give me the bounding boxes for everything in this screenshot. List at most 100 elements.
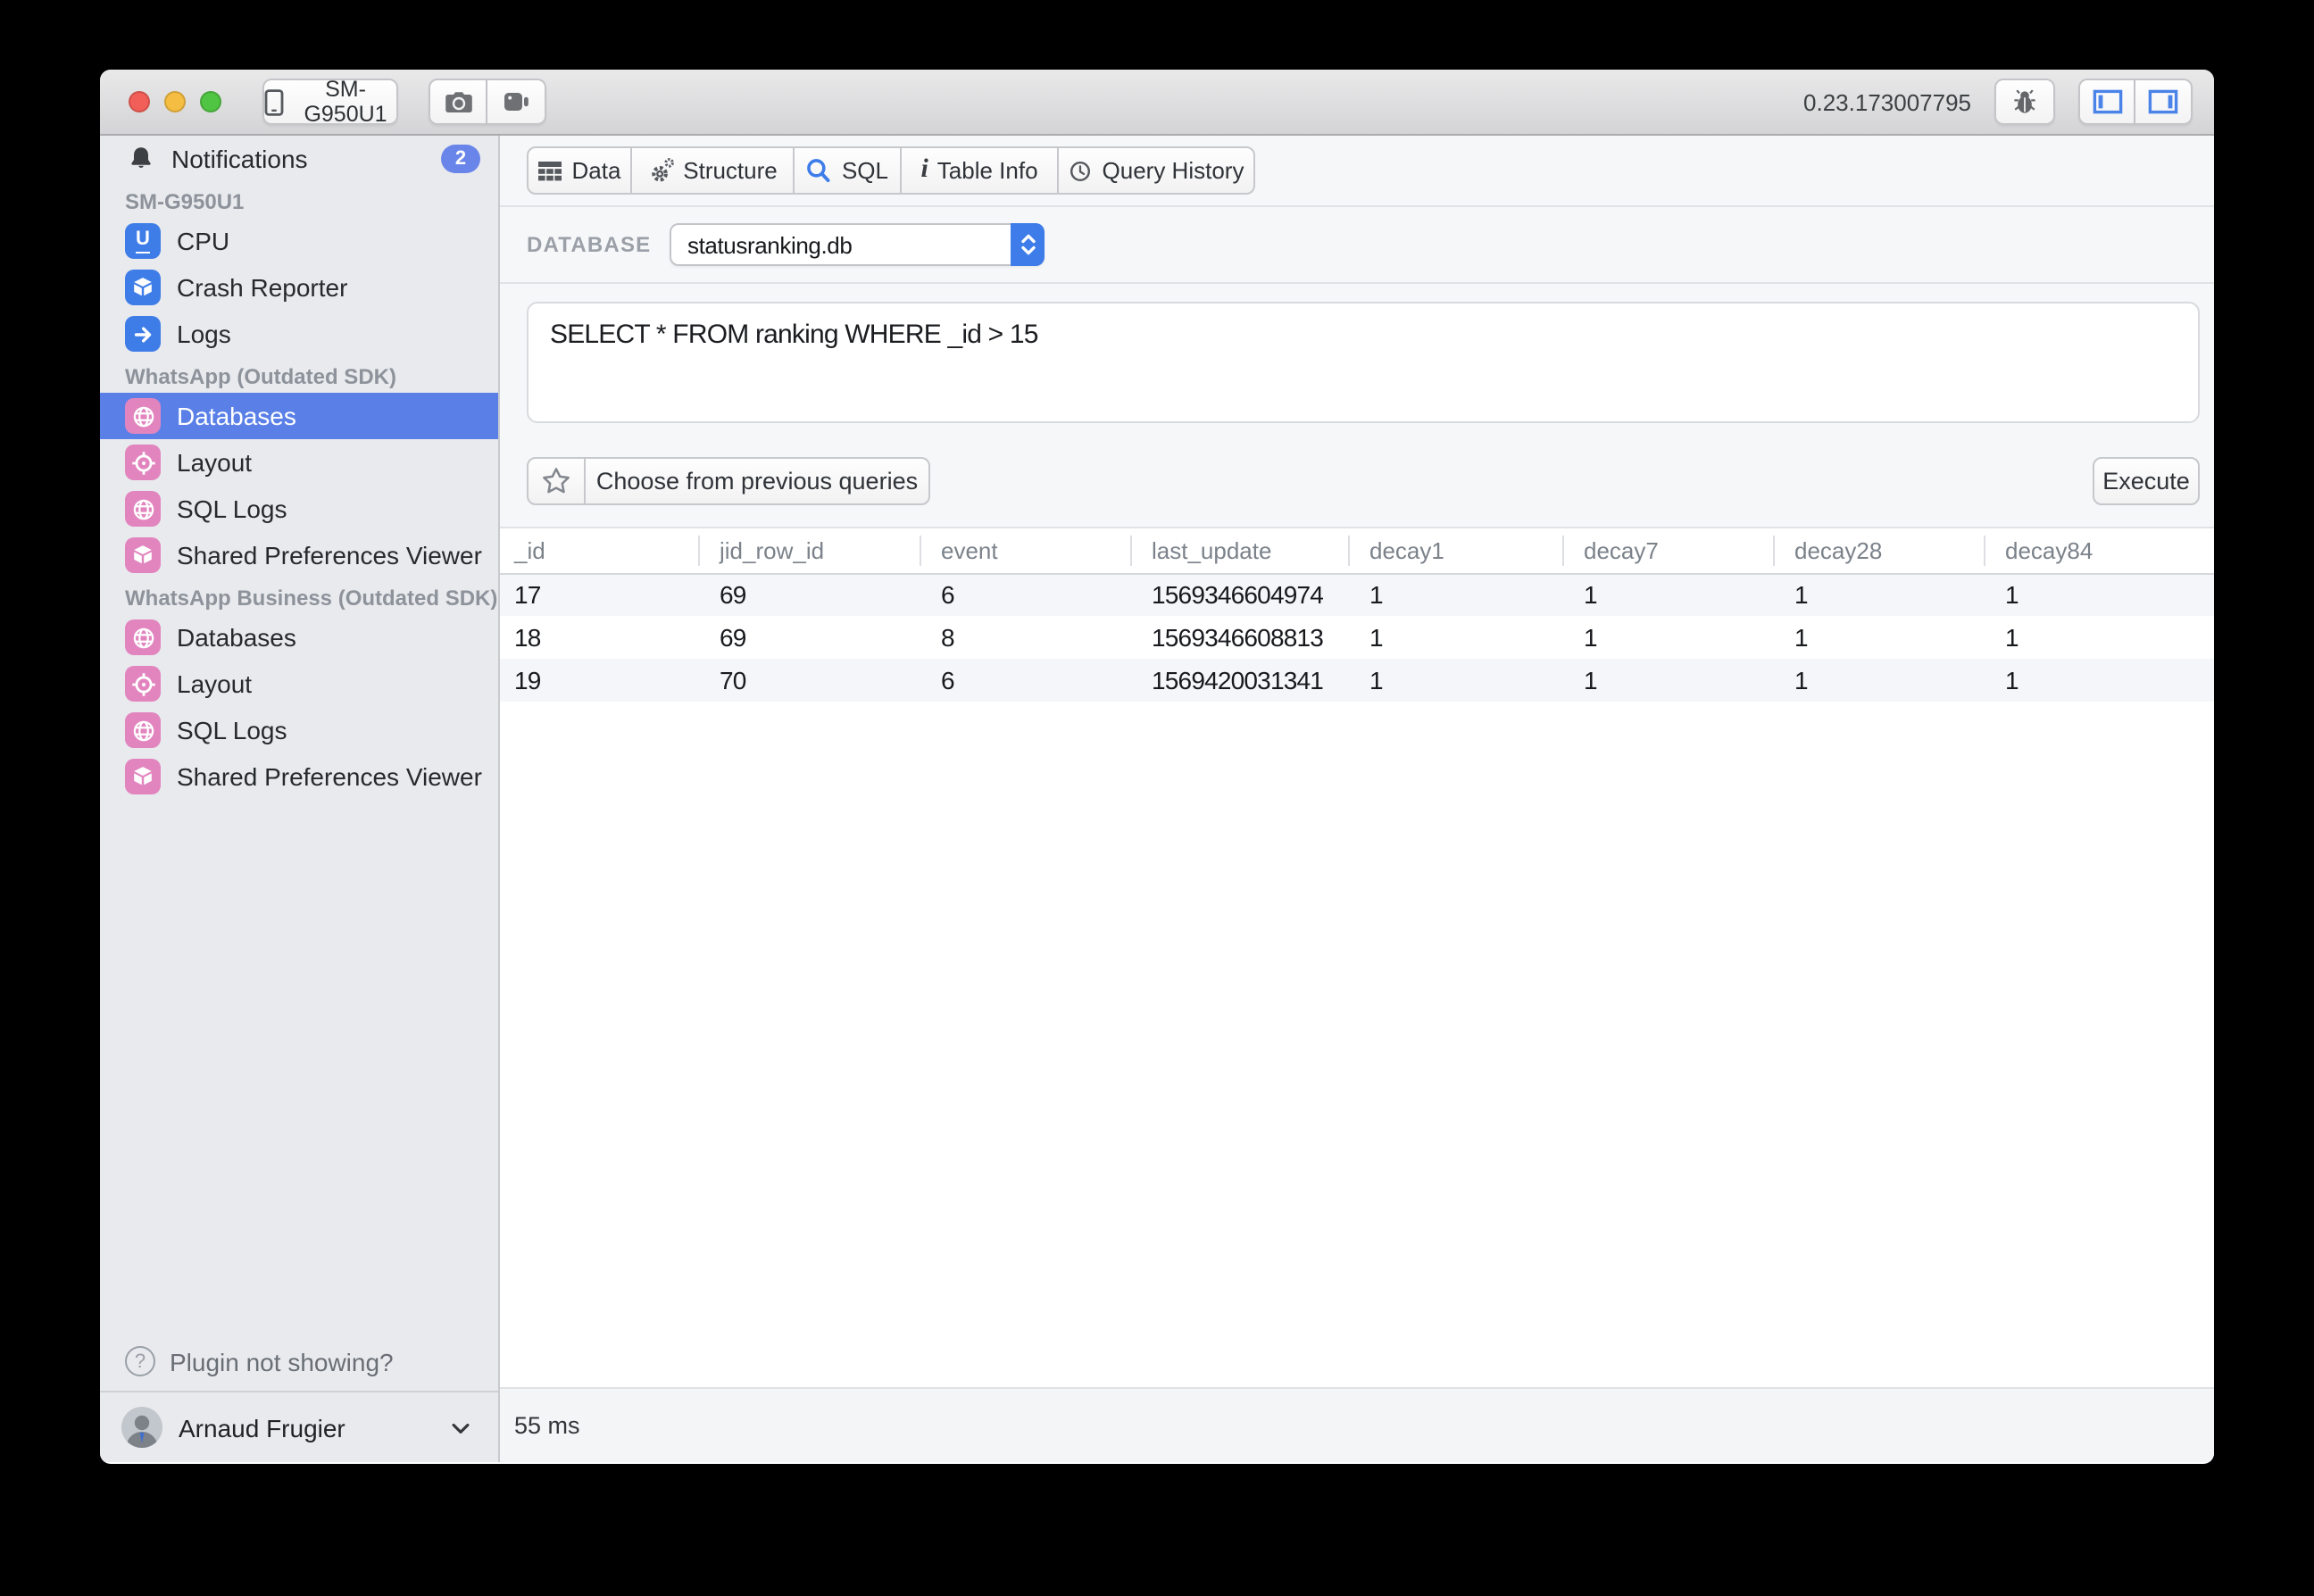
device-selector-button[interactable]: SM-G950U1 <box>262 79 398 125</box>
avatar <box>121 1407 162 1448</box>
sidebar-item-crash-reporter[interactable]: Crash Reporter <box>100 264 498 311</box>
globe-icon <box>125 619 161 655</box>
user-name: Arnaud Frugier <box>179 1413 345 1442</box>
gear-icon <box>647 157 674 184</box>
view-tabs: Data Structure SQL <box>527 146 1255 195</box>
phone-icon <box>264 88 284 115</box>
target-icon <box>125 666 161 702</box>
toggle-right-sidebar-button[interactable] <box>2135 79 2193 125</box>
cube-icon <box>125 270 161 305</box>
traffic-lights <box>129 70 221 134</box>
database-selector-row: DATABASE statusranking.db <box>500 207 2214 284</box>
database-select[interactable]: statusranking.db <box>670 223 1045 266</box>
device-name: SM-G950U1 <box>295 77 396 127</box>
star-icon <box>541 466 571 496</box>
favorite-query-button[interactable] <box>527 457 586 505</box>
globe-icon <box>125 398 161 434</box>
execute-button[interactable]: Execute <box>2093 457 2200 505</box>
query-status-bar: 55 ms <box>500 1387 2214 1462</box>
sidebar-item-layout-whatsapp-business[interactable]: Layout <box>100 661 498 707</box>
tab-table-info[interactable]: i Table Info <box>902 146 1059 195</box>
plugin-help-link[interactable]: ? Plugin not showing? <box>100 1332 498 1391</box>
titlebar-right: 0.23.173007795 <box>1803 79 2193 125</box>
column-header: decay84 <box>1984 528 2214 573</box>
tab-sql[interactable]: SQL <box>795 146 902 195</box>
left-pane-icon <box>2092 89 2122 114</box>
target-icon <box>125 445 161 480</box>
column-header: jid_row_id <box>698 528 920 573</box>
column-header: decay1 <box>1348 528 1562 573</box>
query-actions: Choose from previous queries Execute <box>527 457 2200 505</box>
bell-icon <box>127 145 155 173</box>
sidebar-item-sql-logs-whatsapp-business[interactable]: SQL Logs <box>100 707 498 753</box>
results-header-row: _id jid_row_id event last_update decay1 … <box>500 528 2214 573</box>
previous-queries-group: Choose from previous queries <box>527 457 930 505</box>
arrow-right-icon <box>125 316 161 352</box>
column-header: _id <box>500 528 698 573</box>
select-stepper-icon <box>1011 223 1045 266</box>
table-grid-icon <box>538 160 563 181</box>
screen-record-button[interactable] <box>487 79 546 125</box>
cpu-plugin-icon: U <box>125 223 161 259</box>
plugin-sidebar: Notifications 2 SM-G950U1 U CPU Crash Re… <box>100 136 500 1462</box>
screen: SM-G950U1 0.23.173007795 <box>0 0 2314 1596</box>
column-header: event <box>920 528 1130 573</box>
right-pane-icon <box>2148 89 2178 114</box>
view-toolbar: Data Structure SQL <box>500 136 2214 207</box>
bug-report-button[interactable] <box>1994 79 2055 125</box>
zoom-button[interactable] <box>200 91 221 112</box>
sidebar-item-logs[interactable]: Logs <box>100 311 498 357</box>
globe-icon <box>125 712 161 748</box>
toggle-left-sidebar-button[interactable] <box>2078 79 2135 125</box>
history-clock-icon <box>1069 158 1094 183</box>
sidebar-section-whatsapp: WhatsApp (Outdated SDK) <box>100 357 498 393</box>
sidebar-item-databases-whatsapp[interactable]: Databases <box>100 393 498 439</box>
user-menu[interactable]: Arnaud Frugier <box>100 1391 498 1462</box>
plugin-help-label: Plugin not showing? <box>170 1347 394 1376</box>
sidebar-item-databases-whatsapp-business[interactable]: Databases <box>100 614 498 661</box>
table-row[interactable]: 1769 61569346604974 11 11 <box>500 573 2214 616</box>
choose-previous-queries-button[interactable]: Choose from previous queries <box>586 457 930 505</box>
camera-icon <box>444 89 472 114</box>
tab-query-history[interactable]: Query History <box>1059 146 1255 195</box>
flipper-window: SM-G950U1 0.23.173007795 <box>100 70 2214 1464</box>
question-mark-icon: ? <box>125 1346 155 1376</box>
pane-toggle-buttons <box>2078 79 2193 125</box>
sidebar-item-notifications[interactable]: Notifications 2 <box>100 136 498 182</box>
globe-icon <box>125 491 161 527</box>
table-row[interactable]: 1869 81569346608813 11 11 <box>500 616 2214 659</box>
column-header: decay7 <box>1562 528 1773 573</box>
titlebar: SM-G950U1 0.23.173007795 <box>100 70 2214 136</box>
minimize-button[interactable] <box>164 91 186 112</box>
column-header: decay28 <box>1773 528 1984 573</box>
screenshot-button[interactable] <box>429 79 487 125</box>
query-duration: 55 ms <box>514 1412 580 1439</box>
sidebar-item-cpu[interactable]: U CPU <box>100 218 498 264</box>
info-icon: i <box>920 159 928 182</box>
sidebar-item-layout-whatsapp[interactable]: Layout <box>100 439 498 486</box>
chevron-down-icon <box>448 1415 473 1440</box>
sidebar-section-whatsapp-business: WhatsApp Business (Outdated SDK) <box>100 578 498 614</box>
bug-icon <box>2010 87 2039 116</box>
results-table: _id jid_row_id event last_update decay1 … <box>500 528 2214 702</box>
notifications-label: Notifications <box>171 145 308 173</box>
column-header: last_update <box>1130 528 1348 573</box>
tab-data[interactable]: Data <box>527 146 632 195</box>
video-camera-icon <box>503 91 529 112</box>
sidebar-section-device: SM-G950U1 <box>100 182 498 218</box>
sidebar-item-sql-logs-whatsapp[interactable]: SQL Logs <box>100 486 498 532</box>
table-row[interactable]: 1970 61569420031341 11 11 <box>500 659 2214 702</box>
magnifier-icon <box>806 157 833 184</box>
sidebar-item-shared-preferences-whatsapp[interactable]: Shared Preferences Viewer <box>100 532 498 578</box>
database-label: DATABASE <box>527 232 670 257</box>
sidebar-item-shared-preferences-whatsapp-business[interactable]: Shared Preferences Viewer <box>100 753 498 800</box>
cube-icon <box>125 759 161 794</box>
app-version: 0.23.173007795 <box>1803 88 1971 115</box>
query-section: SELECT * FROM ranking WHERE _id > 15 Cho… <box>500 284 2214 528</box>
sidebar-bottom: ? Plugin not showing? Arnaud Frugier <box>100 1332 498 1462</box>
close-button[interactable] <box>129 91 150 112</box>
notifications-badge: 2 <box>441 145 480 173</box>
tab-structure[interactable]: Structure <box>632 146 795 195</box>
query-editor[interactable]: SELECT * FROM ranking WHERE _id > 15 <box>527 302 2200 423</box>
cube-icon <box>125 537 161 573</box>
